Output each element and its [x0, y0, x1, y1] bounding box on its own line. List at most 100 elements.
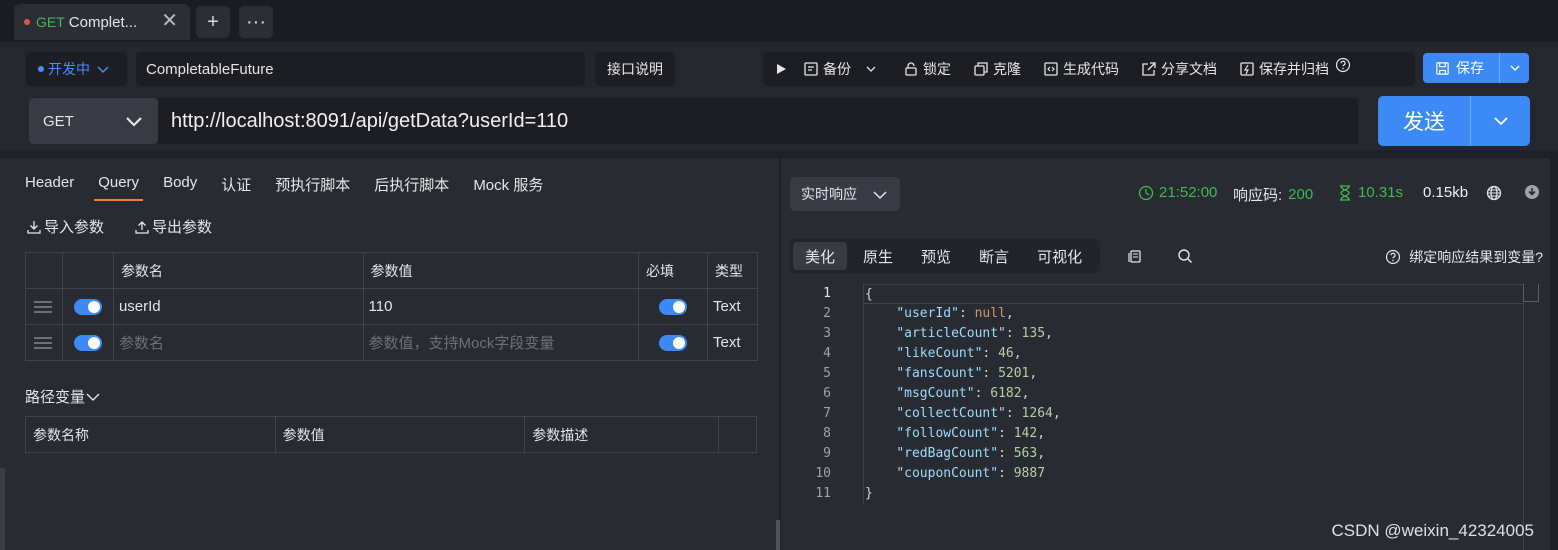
tab-pre-script[interactable]: 预执行脚本	[275, 174, 350, 201]
download-icon	[1525, 185, 1539, 199]
environment-select[interactable]: 开发中	[26, 52, 127, 86]
param-type-cell[interactable]: Text	[706, 288, 759, 325]
code-line: "followCount": 142,	[896, 426, 1046, 441]
json-value: null	[974, 306, 1006, 321]
tab-post-script[interactable]: 后执行脚本	[374, 174, 449, 201]
param-name-input[interactable]: 参数名	[112, 324, 364, 361]
send-button[interactable]: 发送	[1378, 96, 1530, 146]
param-type-cell[interactable]: Text	[706, 324, 759, 361]
api-doc-button[interactable]: 接口说明	[595, 52, 675, 86]
copy-icon	[974, 62, 988, 76]
url-input[interactable]: http://localhost:8091/api/getData?userId…	[158, 98, 1358, 144]
download-response-button[interactable]	[1524, 184, 1540, 200]
import-params-button[interactable]: 导入参数	[26, 216, 104, 237]
save-options-button[interactable]	[1499, 53, 1529, 83]
download-icon	[27, 220, 41, 234]
status-code-label: 响应码:	[1233, 187, 1283, 204]
import-params-label: 导入参数	[44, 219, 105, 236]
generate-code-button[interactable]: 生成代码	[1043, 59, 1119, 79]
line-number: 7	[823, 406, 831, 421]
required-toggle[interactable]	[659, 335, 688, 352]
save-button[interactable]: 保存	[1423, 53, 1529, 83]
request-tab[interactable]: GET Complet... ✕	[14, 4, 190, 40]
response-body-editor[interactable]: 1 2 3 4 5 6 7 8 9 10 11 { "userId": null…	[781, 284, 1550, 550]
line-number: 4	[823, 346, 831, 361]
response-size-value: 0.15kb	[1423, 184, 1469, 201]
param-value-cell[interactable]: 110	[362, 288, 640, 325]
tab-body[interactable]: Body	[163, 174, 197, 201]
tab-raw[interactable]: 原生	[851, 242, 905, 270]
globe-button[interactable]	[1486, 185, 1502, 201]
lock-label: 锁定	[923, 61, 951, 77]
search-icon[interactable]	[1177, 248, 1193, 264]
param-io-row: 导入参数 导出参数	[26, 216, 242, 237]
help-icon[interactable]	[1335, 57, 1351, 73]
status-code: 响应码: 200	[1233, 184, 1313, 205]
add-tab-button[interactable]: +	[196, 6, 230, 38]
save-icon	[1436, 61, 1449, 75]
share-doc-label: 分享文档	[1161, 61, 1217, 77]
drag-handle-icon[interactable]	[34, 337, 52, 350]
code-line: }	[865, 486, 873, 501]
tab-preview[interactable]: 预览	[909, 242, 963, 270]
tab-bar: GET Complet... ✕ + ···	[0, 0, 1558, 42]
editor-scrollbar-track[interactable]	[1523, 284, 1524, 550]
backup-button[interactable]: 备份	[803, 59, 881, 79]
column-header: 参数值	[274, 416, 526, 453]
export-params-button[interactable]: 导出参数	[134, 216, 212, 237]
close-icon[interactable]: ✕	[161, 11, 178, 31]
lock-button[interactable]: 锁定	[903, 59, 951, 79]
enable-toggle[interactable]	[73, 335, 102, 352]
tab-query[interactable]: Query	[94, 174, 144, 201]
table-header-row: 参数名称 参数值 参数描述	[25, 416, 757, 453]
minimap-slider[interactable]	[1523, 284, 1539, 302]
chevron-down-icon	[866, 66, 876, 72]
send-options-button[interactable]	[1470, 96, 1530, 146]
method-label: GET	[43, 112, 74, 130]
method-select[interactable]: GET	[29, 98, 158, 144]
tab-auth[interactable]: 认证	[221, 174, 251, 201]
drag-handle-icon[interactable]	[34, 301, 52, 314]
bind-response-button[interactable]: 绑定响应结果到变量?	[1385, 247, 1543, 267]
response-panel: 实时响应 21:52:00 响应码: 200 10.31s 0.15kb 美化 …	[781, 158, 1550, 550]
backup-label: 备份	[823, 61, 851, 77]
code-line: "msgCount": 6182,	[896, 386, 1030, 401]
response-time-value: 21:52:00	[1159, 184, 1218, 201]
line-number: 3	[823, 326, 831, 341]
required-toggle[interactable]	[659, 299, 688, 316]
table-row: userId 110 Text	[25, 288, 759, 325]
api-name-input[interactable]: CompletableFuture	[136, 52, 585, 86]
lock-icon	[905, 62, 917, 76]
code-line: "fansCount": 5201,	[896, 366, 1038, 381]
save-archive-button[interactable]: 保存并归档	[1239, 59, 1329, 79]
line-number: 8	[823, 426, 831, 441]
tab-mock[interactable]: Mock 服务	[473, 174, 543, 201]
tab-pretty[interactable]: 美化	[793, 242, 848, 270]
tab-assert[interactable]: 断言	[967, 242, 1021, 270]
response-mode-select[interactable]: 实时响应	[790, 177, 900, 211]
run-button[interactable]	[775, 63, 791, 75]
param-value-input[interactable]: 参数值，支持Mock字段变量	[362, 324, 640, 361]
response-duration: 10.31s	[1338, 184, 1403, 201]
enable-toggle[interactable]	[73, 299, 102, 316]
column-header: 必填	[638, 252, 708, 289]
backup-icon	[804, 62, 818, 76]
panel-splitter[interactable]	[776, 520, 780, 550]
copy-icon[interactable]	[1127, 248, 1143, 264]
save-archive-label: 保存并归档	[1259, 61, 1329, 77]
more-tabs-button[interactable]: ···	[239, 6, 273, 38]
send-label: 发送	[1403, 111, 1445, 134]
tab-visualize[interactable]: 可视化	[1025, 242, 1094, 270]
column-header	[718, 416, 757, 453]
share-doc-button[interactable]: 分享文档	[1141, 59, 1217, 79]
request-panel: Header Query Body 认证 预执行脚本 后执行脚本 Mock 服务…	[0, 158, 779, 550]
code-line: "userId": null,	[896, 306, 1014, 321]
param-name-cell[interactable]: userId	[112, 288, 364, 325]
column-header: 参数名	[112, 252, 364, 289]
tab-header[interactable]: Header	[25, 174, 74, 201]
json-value: 142	[1013, 426, 1038, 441]
column-header: 参数描述	[524, 416, 720, 453]
path-vars-toggle[interactable]: 路径变量	[25, 386, 101, 407]
clone-button[interactable]: 克隆	[973, 59, 1021, 79]
left-scrollbar[interactable]	[0, 468, 5, 550]
